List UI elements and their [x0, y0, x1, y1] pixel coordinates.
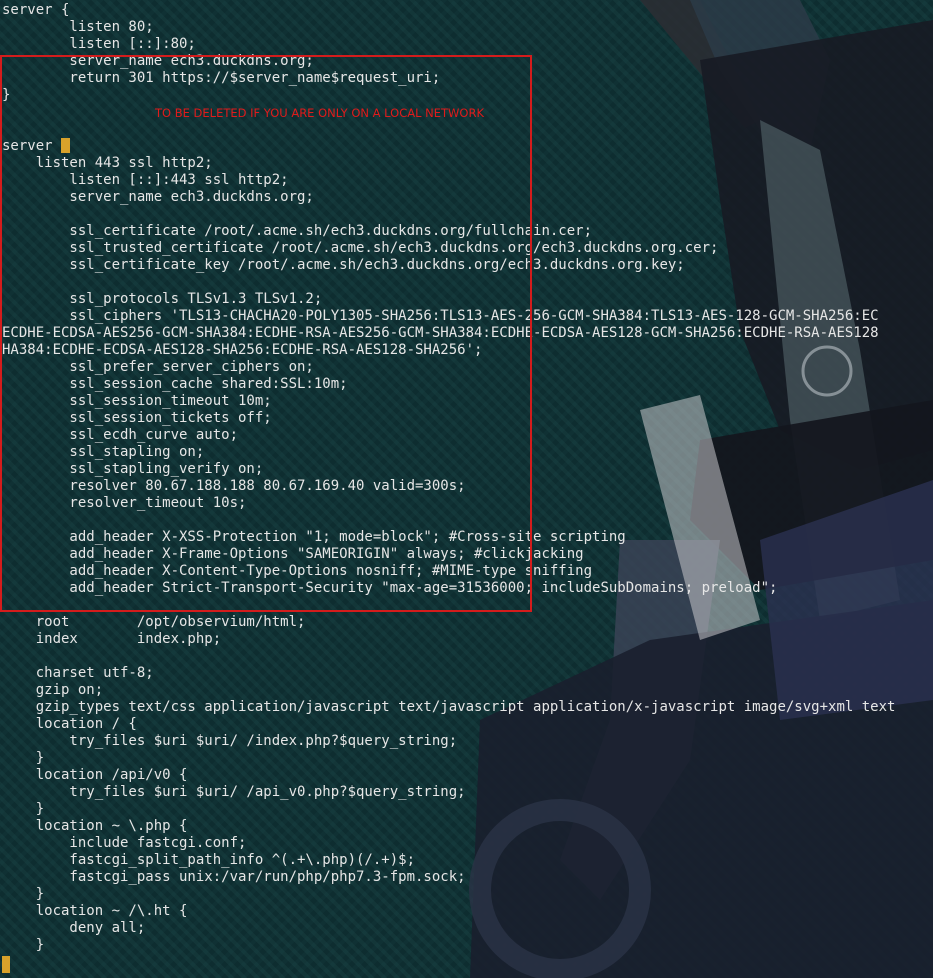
code-line: gzip_types text/css application/javascri… [2, 699, 896, 715]
code-line: location ~ \.php { [2, 818, 188, 834]
code-line: location ~ /\.ht { [2, 903, 188, 919]
code-line: index index.php; [2, 631, 222, 647]
annotation-note: TO BE DELETED IF YOU ARE ONLY ON A LOCAL… [155, 106, 485, 120]
code-line: fastcgi_split_path_info ^(.+\.php)(/.+)$… [2, 852, 416, 868]
code-line: } [2, 886, 45, 902]
annotation-red-box [0, 55, 532, 612]
code-line: include fastcgi.conf; [2, 835, 247, 851]
code-line: location /api/v0 { [2, 767, 188, 783]
code-line: gzip on; [2, 682, 104, 698]
code-line: location / { [2, 716, 137, 732]
end-of-file-cursor [2, 956, 10, 973]
code-line: charset utf-8; [2, 665, 154, 681]
code-line: root /opt/observium/html; [2, 614, 306, 630]
code-line: deny all; [2, 920, 146, 936]
code-line: try_files $uri $uri/ /api_v0.php?$query_… [2, 784, 466, 800]
code-line: } [2, 750, 45, 766]
code-line: fastcgi_pass unix:/var/run/php/php7.3-fp… [2, 869, 466, 885]
code-line: listen [::]:80; [2, 36, 196, 52]
code-line: listen 80; [2, 19, 154, 35]
code-line: } [2, 801, 45, 817]
code-line: server { [2, 2, 70, 18]
code-line: try_files $uri $uri/ /index.php?$query_s… [2, 733, 458, 749]
code-line: } [2, 937, 45, 953]
